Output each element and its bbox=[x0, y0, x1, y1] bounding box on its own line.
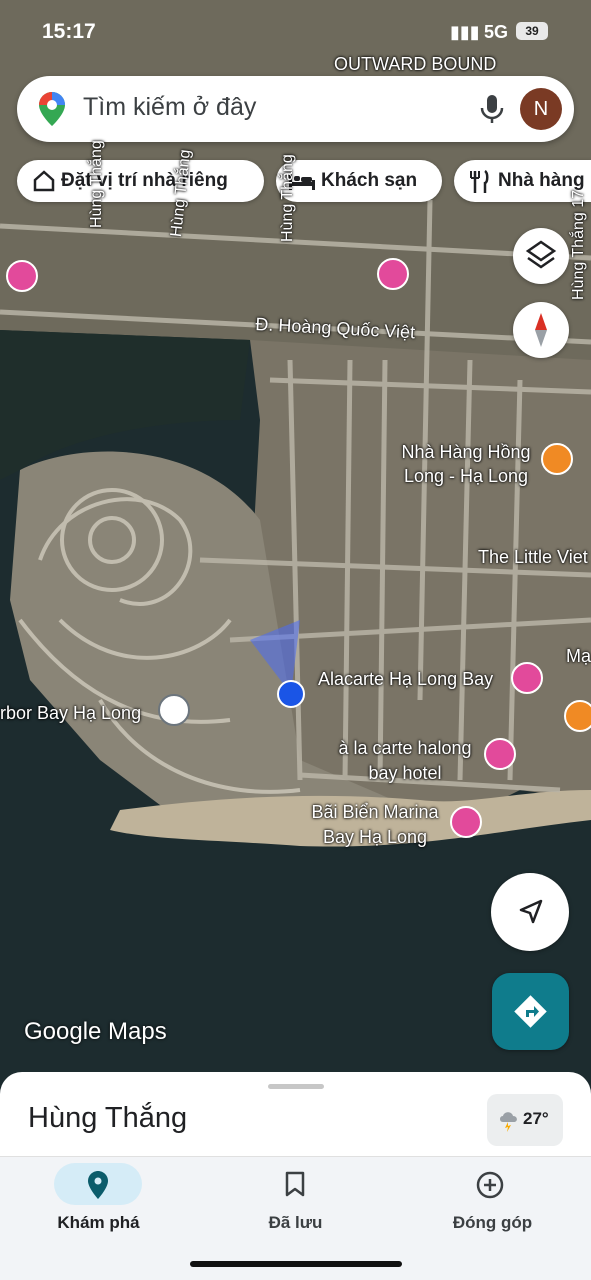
place-label[interactable]: The Little Viet bbox=[478, 547, 588, 568]
restaurant-pin-icon[interactable] bbox=[541, 443, 573, 475]
place-title: Hùng Thắng bbox=[28, 1102, 188, 1134]
home-indicator[interactable] bbox=[190, 1261, 402, 1267]
street-label[interactable]: Hùng Thắng 17 bbox=[570, 190, 588, 300]
thunderstorm-icon bbox=[500, 1112, 517, 1132]
layers-button[interactable] bbox=[513, 228, 569, 284]
place-label[interactable]: Bãi Biển Marina Bay Hạ Long bbox=[300, 800, 450, 850]
bookmark-icon bbox=[285, 1171, 305, 1197]
layers-icon bbox=[525, 240, 557, 269]
microphone-icon[interactable] bbox=[479, 94, 505, 124]
weather-temperature: 27° bbox=[523, 1109, 549, 1128]
navigation-arrow-icon bbox=[519, 899, 543, 924]
directions-button[interactable] bbox=[492, 973, 569, 1050]
home-icon bbox=[33, 170, 55, 192]
google-maps-attribution: Google Maps bbox=[24, 1018, 167, 1045]
place-pin-icon[interactable] bbox=[158, 694, 190, 726]
nav-tab-explore[interactable]: Khám phá bbox=[0, 1157, 197, 1257]
chip-label: Đặt vị trí nhà riêng bbox=[61, 170, 228, 191]
nav-label: Đã lưu bbox=[268, 1213, 323, 1232]
chip-hotels[interactable]: Khách sạn bbox=[276, 160, 442, 202]
search-input[interactable]: Tìm kiếm ở đây bbox=[83, 93, 256, 122]
street-label[interactable]: Hùng Thắng bbox=[279, 154, 297, 242]
search-bar[interactable]: Tìm kiếm ở đây N bbox=[17, 76, 574, 142]
weather-chip[interactable]: 27° bbox=[487, 1094, 563, 1146]
street-label[interactable]: Hùng Thắng bbox=[88, 140, 106, 228]
sheet-drag-handle[interactable] bbox=[268, 1084, 324, 1089]
nav-label: Đóng góp bbox=[452, 1213, 533, 1232]
signal-icon: ▮▮▮ bbox=[450, 22, 480, 42]
status-bar: 15:17 ▮▮▮ 5G 39 bbox=[0, 18, 591, 52]
place-label[interactable]: rbor Bay Hạ Long bbox=[0, 703, 141, 724]
place-label[interactable]: Nhà Hàng Hồng Long - Hạ Long bbox=[396, 440, 536, 488]
hotel-pin-icon[interactable] bbox=[6, 260, 38, 292]
account-avatar[interactable]: N bbox=[520, 88, 562, 130]
network-type: 5G bbox=[484, 22, 509, 42]
restaurant-bar-pin-icon[interactable] bbox=[511, 662, 543, 694]
google-maps-pin-icon bbox=[39, 92, 65, 126]
nav-tab-contribute[interactable]: Đóng góp bbox=[394, 1157, 591, 1257]
place-label[interactable]: à la carte halong bay hotel bbox=[330, 736, 480, 786]
place-label[interactable]: Alacarte Hạ Long Bay bbox=[318, 669, 493, 690]
restaurant-pin-icon[interactable] bbox=[564, 700, 591, 732]
place-label[interactable]: Mạ bbox=[566, 646, 591, 667]
compass-icon bbox=[535, 313, 547, 347]
hotel-pin-icon[interactable] bbox=[377, 258, 409, 290]
explore-pin-icon bbox=[88, 1171, 108, 1199]
battery-icon: 39 bbox=[516, 22, 548, 40]
my-location-button[interactable] bbox=[491, 873, 569, 951]
map-label-outward-bound[interactable]: OUTWARD BOUND bbox=[334, 54, 496, 75]
directions-icon bbox=[514, 995, 547, 1028]
add-circle-icon bbox=[476, 1171, 504, 1199]
maps-app-screen: 15:17 ▮▮▮ 5G 39 OUTWARD BOUND Tìm kiếm ở… bbox=[0, 0, 591, 1280]
hotel-pin-icon[interactable] bbox=[484, 738, 516, 770]
restaurant-icon bbox=[470, 170, 489, 193]
hotel-pin-icon[interactable] bbox=[450, 806, 482, 838]
chip-set-home[interactable]: Đặt vị trí nhà riêng bbox=[17, 160, 264, 202]
chip-label: Khách sạn bbox=[321, 170, 418, 191]
status-time: 15:17 bbox=[42, 20, 96, 43]
compass-button[interactable] bbox=[513, 302, 569, 358]
nav-label: Khám phá bbox=[57, 1213, 140, 1232]
nav-tab-saved[interactable]: Đã lưu bbox=[197, 1157, 394, 1257]
